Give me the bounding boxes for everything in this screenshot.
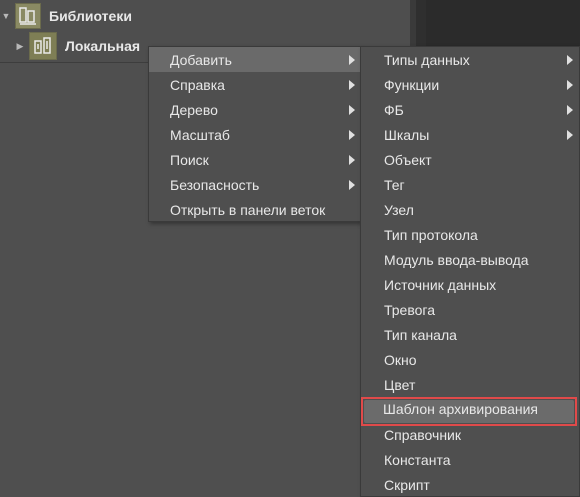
submenu-arrow-icon [349,55,355,65]
menu-item-security[interactable]: Безопасность [149,172,361,197]
menu-item-label: Цвет [384,376,416,393]
menu-item-add[interactable]: Добавить [149,47,361,72]
menu-item-label: Функции [384,76,440,93]
menu-item-label: Тревога [384,301,435,318]
menu-item-label: Окно [384,351,417,368]
menu-item-label: Объект [384,151,432,168]
menu-item-io-module[interactable]: Модуль ввода-вывода [361,247,579,272]
expand-arrow-icon[interactable]: ▼ [0,10,12,22]
menu-item-label: Добавить [170,51,232,68]
menu-item-label: Дерево [170,101,218,118]
menu-item-script[interactable]: Скрипт [361,472,579,497]
menu-item-scales[interactable]: Шкалы [361,122,579,147]
menu-item-label: Узел [384,201,414,218]
submenu-arrow-icon [349,155,355,165]
menu-item-label: Источник данных [384,276,497,293]
menu-item-window[interactable]: Окно [361,347,579,372]
menu-item-tag[interactable]: Тег [361,172,579,197]
menu-item-data-source[interactable]: Источник данных [361,272,579,297]
menu-item-constant[interactable]: Константа [361,447,579,472]
menu-item-label: Типы данных [384,51,470,68]
menu-item-help[interactable]: Справка [149,72,361,97]
menu-item-label: Скрипт [384,476,430,493]
submenu-arrow-icon [567,105,573,115]
menu-item-label: Тег [384,176,405,193]
menu-item-label: Шкалы [384,126,430,143]
libraries-icon [15,3,41,29]
menu-item-label: Справочник [384,426,461,443]
menu-item-object[interactable]: Объект [361,147,579,172]
menu-item-alarm[interactable]: Тревога [361,297,579,322]
local-label: Локальная [65,38,141,54]
menu-item-protocol-type[interactable]: Тип протокола [361,222,579,247]
menu-item-functions[interactable]: Функции [361,72,579,97]
panel-header-dark [426,0,580,50]
menu-item-label: Тип канала [384,326,457,343]
menu-item-label: Константа [384,451,451,468]
menu-item-channel-type[interactable]: Тип канала [361,322,579,347]
submenu-arrow-icon [567,55,573,65]
tree-node-libraries[interactable]: ▼ Библиотеки [0,3,132,29]
menu-item-data-types[interactable]: Типы данных [361,47,579,72]
menu-item-label: ФБ [384,101,404,118]
menu-item-scale[interactable]: Масштаб [149,122,361,147]
menu-item-open-in-branch-panel[interactable]: Открыть в панели веток [149,197,361,222]
submenu-arrow-icon [349,130,355,140]
submenu-arrow-icon [349,180,355,190]
libraries-label: Библиотеки [49,8,132,24]
menu-item-tree[interactable]: Дерево [149,97,361,122]
menu-item-fb[interactable]: ФБ [361,97,579,122]
highlight-annotation-box [361,397,577,426]
submenu-arrow-icon [349,80,355,90]
menu-item-label: Открыть в панели веток [170,201,326,218]
menu-item-search[interactable]: Поиск [149,147,361,172]
collapse-arrow-icon[interactable]: ▶ [14,40,26,52]
menu-item-label: Поиск [170,151,209,168]
menu-item-node[interactable]: Узел [361,197,579,222]
menu-item-label: Модуль ввода-вывода [384,251,529,268]
menu-item-label: Справка [170,76,225,93]
menu-item-label: Тип протокола [384,226,478,243]
submenu-arrow-icon [567,80,573,90]
submenu-arrow-icon [567,130,573,140]
menu-item-label: Безопасность [170,176,260,193]
local-library-icon [29,32,57,60]
context-menu: Добавить Справка Дерево Масштаб Поиск Бе… [148,46,362,222]
menu-item-label: Масштаб [170,126,230,143]
submenu-arrow-icon [349,105,355,115]
menu-item-color[interactable]: Цвет [361,372,579,397]
tree-node-local[interactable]: ▶ Локальная [14,32,141,60]
add-submenu: Типы данных Функции ФБ Шкалы Объект Тег … [360,46,580,497]
panel-edge [416,0,426,50]
